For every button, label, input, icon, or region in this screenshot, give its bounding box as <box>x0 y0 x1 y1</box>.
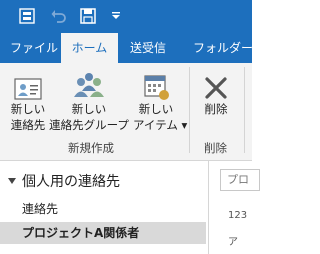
delete-button[interactable]: 削除 <box>196 67 236 117</box>
my-contacts-header[interactable]: 個人用の連絡先 <box>8 171 120 191</box>
ribbon-tabs: ファイル ホーム 送受信 フォルダー <box>0 33 253 64</box>
search-contacts-input[interactable]: プロ <box>220 169 260 191</box>
group-delete-label: 削除 <box>204 141 227 155</box>
folder-pane: 個人用の連絡先 連絡先 プロジェクトA関係者 <box>0 161 206 254</box>
new-contact-label-1: 新しい <box>10 102 46 116</box>
new-contact-button[interactable]: 新しい 連絡先 <box>4 67 52 133</box>
group-new-label: 新規作成 <box>68 141 114 155</box>
ribbon-separator-2 <box>244 67 245 153</box>
ribbon: 新しい 連絡先 新しい 連絡先グループ 新しい アイテム ▾ 新規作成 削除 削… <box>0 63 252 161</box>
new-items-icon <box>133 67 179 101</box>
contacts-view: プロ 123 ア <box>209 161 260 254</box>
tab-send-receive[interactable]: 送受信 <box>130 33 166 63</box>
contact-card-icon <box>4 67 52 101</box>
customize-dropdown-icon[interactable] <box>106 6 126 26</box>
contact-group-icon <box>49 67 129 101</box>
new-contact-label-2: 連絡先 <box>10 118 46 132</box>
new-items-button[interactable]: 新しい アイテム ▾ <box>133 67 188 133</box>
ribbon-separator <box>189 67 190 153</box>
delete-label: 削除 <box>204 102 228 116</box>
folder-item-project-a[interactable]: プロジェクトA関係者 <box>0 222 206 244</box>
send-receive-icon[interactable] <box>17 6 37 26</box>
index-label-a[interactable]: ア <box>228 233 238 248</box>
delete-x-icon <box>196 67 236 101</box>
folder-item-contacts[interactable]: 連絡先 <box>0 198 206 220</box>
undo-icon[interactable] <box>49 6 69 26</box>
tab-folder[interactable]: フォルダー <box>193 33 253 63</box>
new-contact-group-button[interactable]: 新しい 連絡先グループ <box>49 67 129 133</box>
save-icon[interactable] <box>78 6 98 26</box>
tab-home[interactable]: ホーム <box>61 33 118 64</box>
new-items-label-2: アイテム ▾ <box>133 118 188 132</box>
new-group-label-1: 新しい <box>71 102 107 116</box>
new-group-label-2: 連絡先グループ <box>49 118 129 132</box>
collapse-triangle-icon[interactable] <box>8 178 16 184</box>
my-contacts-label: 個人用の連絡先 <box>22 174 120 190</box>
quick-access-toolbar <box>0 0 252 33</box>
tab-file[interactable]: ファイル <box>10 33 58 63</box>
index-label-123[interactable]: 123 <box>228 210 247 221</box>
new-items-label-1: 新しい <box>138 102 174 116</box>
